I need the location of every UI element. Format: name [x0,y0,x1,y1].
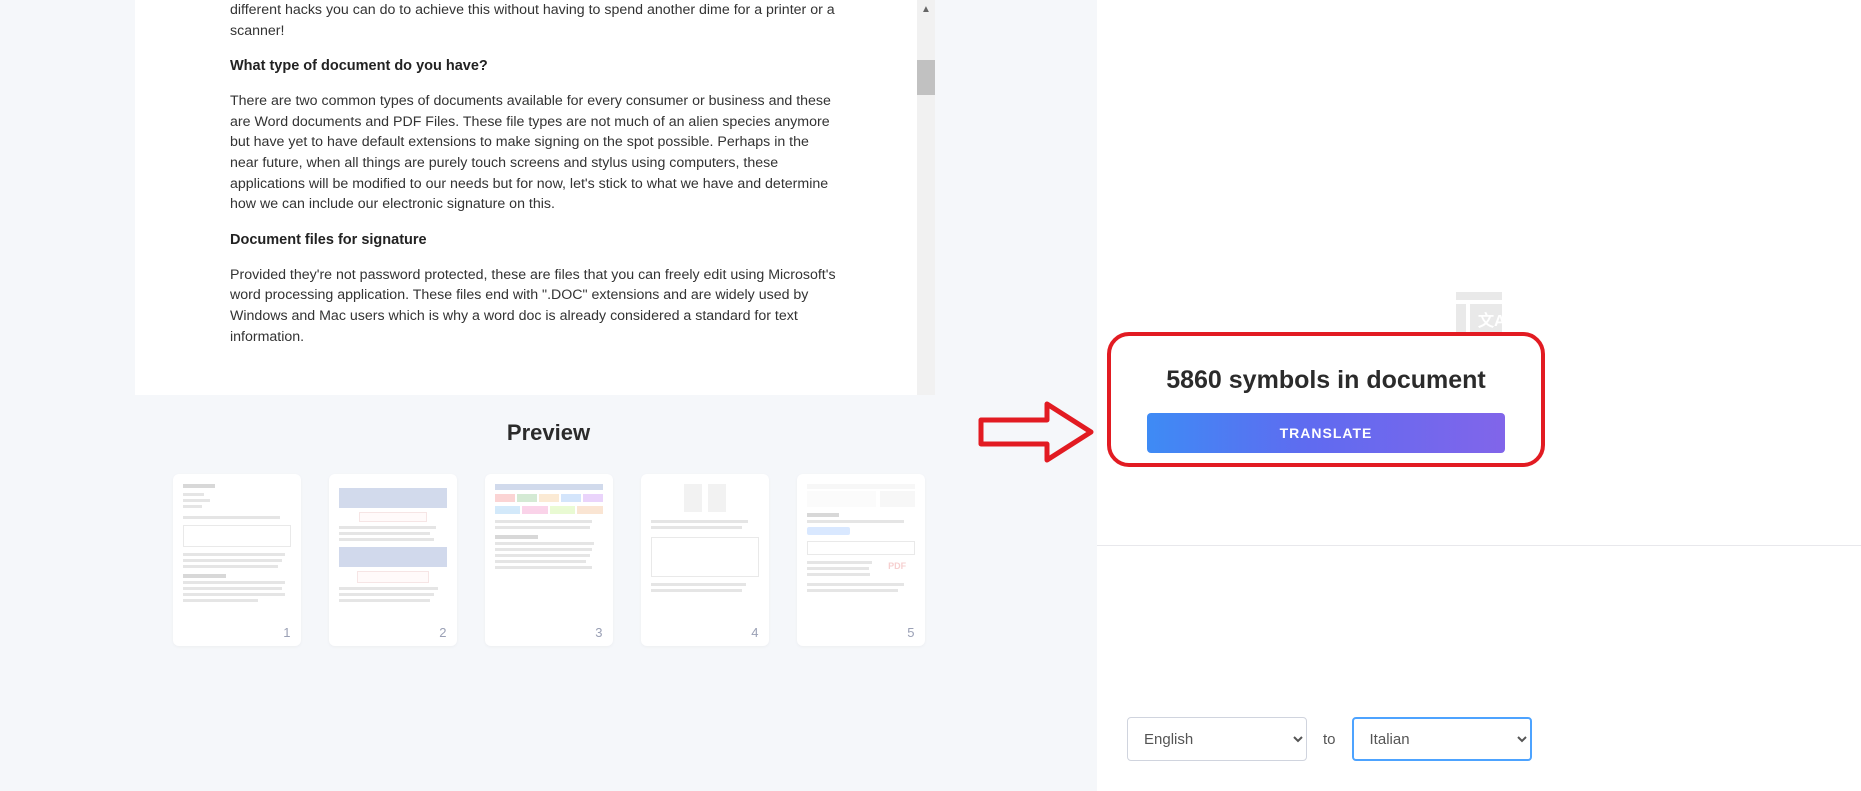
preview-thumb-5[interactable]: PDF 5 [797,474,925,646]
document-viewer: different hacks you can do to achieve th… [135,0,935,395]
symbol-count: 5860 symbols in document [1147,366,1505,395]
scrollbar-vertical[interactable]: ▲ [917,0,935,395]
page-number: 5 [907,625,914,640]
source-language-select[interactable]: English [1127,717,1307,761]
preview-thumbnails: 1 2 [0,474,1097,646]
preview-thumb-4[interactable]: 4 [641,474,769,646]
page-number: 2 [439,625,446,640]
paragraph: There are two common types of documents … [230,91,840,215]
page-number: 1 [283,625,290,640]
heading-doc-type: What type of document do you have? [230,58,840,74]
language-selector-row: English to Italian [1127,717,1532,761]
divider [1097,545,1861,546]
page-number: 4 [751,625,758,640]
callout-arrow-icon [977,400,1095,469]
preview-thumb-1[interactable]: 1 [173,474,301,646]
translate-panel: 5860 symbols in document TRANSLATE [1107,332,1545,467]
target-language-select[interactable]: Italian [1352,717,1532,761]
paragraph: different hacks you can do to achieve th… [230,0,840,41]
paragraph: Provided they're not password protected,… [230,265,840,347]
heading-signature: Document files for signature [230,232,840,248]
preview-thumb-3[interactable]: 3 [485,474,613,646]
page-number: 3 [595,625,602,640]
preview-title: Preview [0,420,1097,446]
preview-thumb-2[interactable]: 2 [329,474,457,646]
preview-section: Preview [0,395,1097,646]
translate-button[interactable]: TRANSLATE [1147,413,1505,453]
scroll-up-icon[interactable]: ▲ [917,0,935,18]
scroll-thumb[interactable] [917,60,935,95]
svg-text:文A: 文A [1478,311,1504,330]
to-label: to [1323,731,1336,748]
